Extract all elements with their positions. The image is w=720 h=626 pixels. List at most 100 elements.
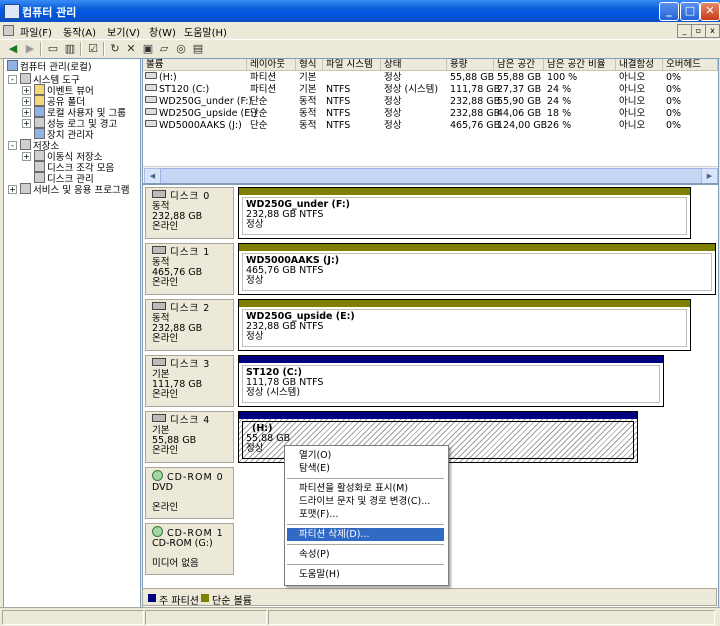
collapse-icon[interactable]: - xyxy=(8,141,17,150)
volume-name: WD250G_upside (E:) xyxy=(159,108,258,119)
tree-item-services-apps[interactable]: 서비스 및 응용 프로그램 xyxy=(20,183,129,196)
tree-item-removable-storage[interactable]: 이동식 저장소 xyxy=(34,150,102,163)
expand-icon[interactable]: + xyxy=(22,152,31,161)
menu-item-format[interactable]: 포맷(F)... xyxy=(287,508,444,521)
tree-item-defrag[interactable]: 디스크 조각 모음 xyxy=(34,161,114,174)
column-header-status[interactable]: 상태 xyxy=(381,59,447,71)
tree-item-performance-logs[interactable]: 성능 로그 및 경고 xyxy=(34,117,117,130)
horizontal-scrollbar[interactable]: ◀ ▶ xyxy=(143,166,718,183)
table-cell: NTFS xyxy=(326,96,351,107)
column-header-free-percent[interactable]: 남은 공간 비율 xyxy=(544,59,616,71)
table-cell: 동적 xyxy=(299,120,317,131)
table-cell: 232,88 GB xyxy=(450,96,501,107)
mdi-restore-button[interactable]: ▫ xyxy=(691,24,706,38)
scroll-thumb[interactable] xyxy=(160,168,702,183)
forward-arrow-icon[interactable]: ▶ xyxy=(23,42,37,55)
storage-icon xyxy=(20,139,31,150)
mdi-minimize-button[interactable]: _ xyxy=(677,24,692,38)
column-header-filesystem[interactable]: 파일 시스템 xyxy=(323,59,381,71)
refresh-icon[interactable]: ↻ xyxy=(108,42,122,55)
volume-block[interactable]: WD250G_under (F:) 232,88 GB NTFS 정상 xyxy=(238,187,691,239)
help-icon[interactable]: ◎ xyxy=(174,42,188,55)
table-row[interactable]: (H:) 파티션 기본 정상 55,88 GB 55,88 GB 100 % 아니오 0% xyxy=(143,72,718,84)
menu-item-help[interactable]: 도움말(H) xyxy=(287,568,444,581)
mdi-close-button[interactable]: x xyxy=(705,24,720,38)
column-header-type[interactable]: 형식 xyxy=(296,59,323,71)
users-icon xyxy=(34,106,45,117)
column-header-free-space[interactable]: 남은 공간 xyxy=(494,59,544,71)
disk-label[interactable]: 디스크 4 기본 55,88 GB 온라인 xyxy=(145,411,234,463)
tree-item-event-viewer[interactable]: 이벤트 뷰어 xyxy=(34,84,94,97)
open-icon[interactable]: ▱ xyxy=(157,42,171,55)
menu-item-mark-active[interactable]: 파티션을 활성화로 표시(M) xyxy=(287,482,444,495)
tree-item-local-users[interactable]: 로컬 사용자 및 그룹 xyxy=(34,106,126,119)
expand-icon[interactable]: + xyxy=(22,86,31,95)
primary-partition-bar xyxy=(239,356,663,363)
scroll-right-icon[interactable]: ▶ xyxy=(701,168,718,183)
tree-root[interactable]: 컴퓨터 관리(로컬) xyxy=(7,60,92,73)
menu-item-open[interactable]: 열기(O) xyxy=(287,449,444,462)
scroll-left-icon[interactable]: ◀ xyxy=(144,168,161,183)
table-cell: 파티션 xyxy=(250,72,277,83)
computer-management-icon xyxy=(4,4,20,19)
tree-item-shared-folders[interactable]: 공유 폴더 xyxy=(34,95,85,108)
volume-block[interactable]: WD5000AAKS (J:) 465,76 GB NTFS 정상 xyxy=(238,243,716,295)
table-row[interactable]: WD250G_upside (E:) 단순 동적 NTFS 정상 232,88 GB 44,… xyxy=(143,108,718,120)
column-header-overhead[interactable]: 오버헤드 xyxy=(663,59,718,71)
maximize-button[interactable]: □ xyxy=(680,2,700,21)
disk-label[interactable]: 디스크 3 기본 111,78 GB 온라인 xyxy=(145,355,234,407)
tree-item-disk-management[interactable]: 디스크 관리 xyxy=(34,172,94,185)
menu-item-explore[interactable]: 탐색(E) xyxy=(287,462,444,475)
expand-icon[interactable]: + xyxy=(8,185,17,194)
tree-item-system-tools[interactable]: 시스템 도구 xyxy=(20,73,80,86)
column-header-capacity[interactable]: 용량 xyxy=(447,59,494,71)
expand-icon[interactable]: + xyxy=(22,119,31,128)
menu-action[interactable]: 동작(A) xyxy=(63,24,96,39)
export-icon[interactable]: ▣ xyxy=(141,42,155,55)
menu-item-change-drive-letter[interactable]: 드라이브 문자 및 경로 변경(C)... xyxy=(287,495,444,508)
menu-help[interactable]: 도움말(H) xyxy=(184,24,227,39)
back-arrow-icon[interactable]: ◀ xyxy=(6,42,20,55)
menu-file[interactable]: 파일(F) xyxy=(20,24,52,39)
cdrom-label[interactable]: CD-ROM 1 CD-ROM (G:) 미디어 없음 xyxy=(145,523,234,575)
disk-label[interactable]: 디스크 2 동적 232,88 GB 온라인 xyxy=(145,299,234,351)
disk-label[interactable]: 디스크 1 동적 465,76 GB 온라인 xyxy=(145,243,234,295)
expand-icon[interactable]: + xyxy=(22,97,31,106)
table-row[interactable]: ST120 (C:) 파티션 기본 NTFS 정상 (시스템) 111,78 GB 27,3… xyxy=(143,84,718,96)
console-tree: 컴퓨터 관리(로컬) - 시스템 도구 + 이벤트 뷰어 + 공유 폴더 + 로… xyxy=(3,58,141,608)
expand-icon[interactable]: + xyxy=(22,108,31,117)
show-tree-icon[interactable]: ▥ xyxy=(63,42,77,55)
column-header-volume[interactable]: 볼륨 xyxy=(143,59,247,71)
table-row[interactable]: WD250G_under (F:) 단순 동적 NTFS 정상 232,88 GB 55,9… xyxy=(143,96,718,108)
table-cell: NTFS xyxy=(326,84,351,95)
menu-window[interactable]: 창(W) xyxy=(149,24,176,39)
menu-view[interactable]: 보기(V) xyxy=(107,24,140,39)
volume-block[interactable]: WD250G_upside (E:) 232,88 GB NTFS 정상 xyxy=(238,299,691,351)
menu-item-delete-partition[interactable]: 파티션 삭제(D)... xyxy=(287,528,444,541)
delete-icon[interactable]: ✕ xyxy=(124,42,138,55)
legend-primary-label: 주 파티션 xyxy=(159,596,199,607)
tree-item-storage[interactable]: 저장소 xyxy=(20,139,59,152)
close-button[interactable]: ✕ xyxy=(700,2,720,21)
cdrom-label[interactable]: CD-ROM 0 DVD 온라인 xyxy=(145,467,234,519)
hard-disk-icon xyxy=(152,246,166,254)
table-cell: 아니오 xyxy=(619,84,646,95)
table-cell: 124,00 GB xyxy=(497,120,548,131)
details-icon[interactable]: ▤ xyxy=(191,42,205,55)
up-folder-icon[interactable]: ▭ xyxy=(46,42,60,55)
table-cell: NTFS xyxy=(326,120,351,131)
collapse-icon[interactable]: - xyxy=(8,75,17,84)
minimize-button[interactable]: _ xyxy=(659,2,679,21)
disk-label[interactable]: 디스크 0 동적 232,88 GB 온라인 xyxy=(145,187,234,239)
properties-icon[interactable]: ☑ xyxy=(86,42,100,55)
drive-icon xyxy=(145,120,157,127)
menu-item-properties[interactable]: 속성(P) xyxy=(287,548,444,561)
column-header-layout[interactable]: 레이아웃 xyxy=(247,59,296,71)
table-cell: 44,06 GB xyxy=(497,108,542,119)
title-bar[interactable]: 컴퓨터 관리 _ □ ✕ xyxy=(0,0,720,22)
column-header-fault-tolerance[interactable]: 내결함성 xyxy=(616,59,663,71)
tree-item-device-manager[interactable]: 장치 관리자 xyxy=(34,128,94,141)
services-icon xyxy=(20,183,31,194)
volume-block[interactable]: ST120 (C:) 111,78 GB NTFS 정상 (시스템) xyxy=(238,355,664,407)
table-row[interactable]: WD5000AAKS (J:) 단순 동적 NTFS 정상 465,76 GB 124,00… xyxy=(143,120,718,132)
